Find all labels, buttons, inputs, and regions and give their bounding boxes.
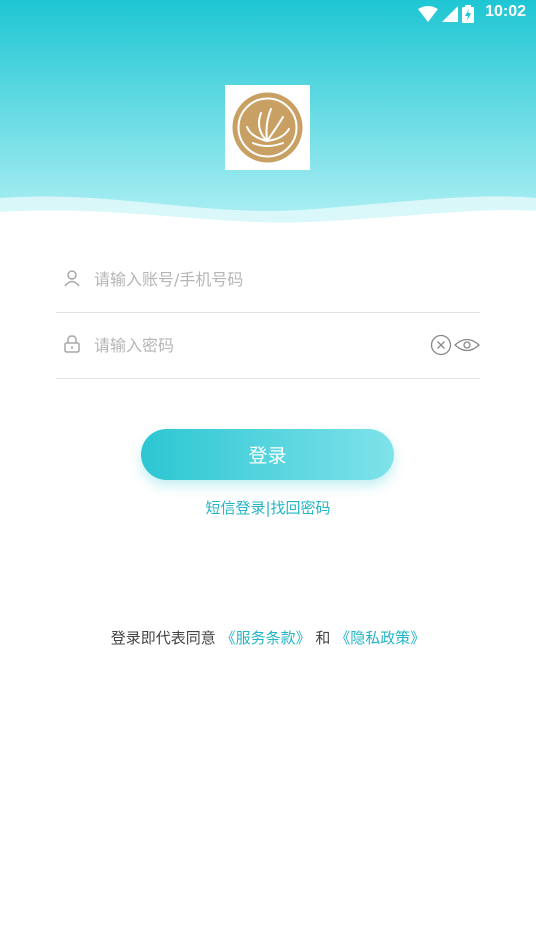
login-button[interactable]: 登录	[141, 429, 394, 480]
user-icon	[64, 270, 80, 287]
lock-icon	[64, 335, 80, 353]
status-time: 10:02	[485, 3, 526, 20]
sms-login-link[interactable]: 短信登录	[205, 499, 265, 517]
agreement-text: 登录即代表同意 《服务条款》 和 《隐私政策》	[0, 627, 536, 648]
agreement-prefix: 登录即代表同意	[110, 629, 216, 647]
status-bar: 10:02	[0, 0, 536, 28]
agreement-conjunction: 和	[315, 629, 331, 647]
find-password-link[interactable]: 找回密码	[271, 499, 331, 517]
account-field	[56, 246, 480, 313]
privacy-policy-link[interactable]: 《隐私政策》	[335, 629, 425, 647]
password-input[interactable]	[94, 326, 414, 364]
app-logo	[225, 85, 310, 170]
status-icons	[418, 5, 474, 23]
header-banner: 10:02	[0, 0, 536, 232]
secondary-links: 短信登录|找回密码	[0, 497, 536, 518]
password-field	[56, 312, 480, 379]
cellular-signal-icon	[442, 6, 458, 22]
eye-icon[interactable]	[454, 336, 480, 354]
account-input[interactable]	[94, 260, 414, 298]
wifi-icon	[418, 6, 438, 22]
clear-icon[interactable]	[430, 334, 452, 356]
lotus-emblem-icon	[232, 92, 303, 163]
battery-charging-icon	[462, 5, 474, 23]
terms-of-service-link[interactable]: 《服务条款》	[221, 629, 311, 647]
